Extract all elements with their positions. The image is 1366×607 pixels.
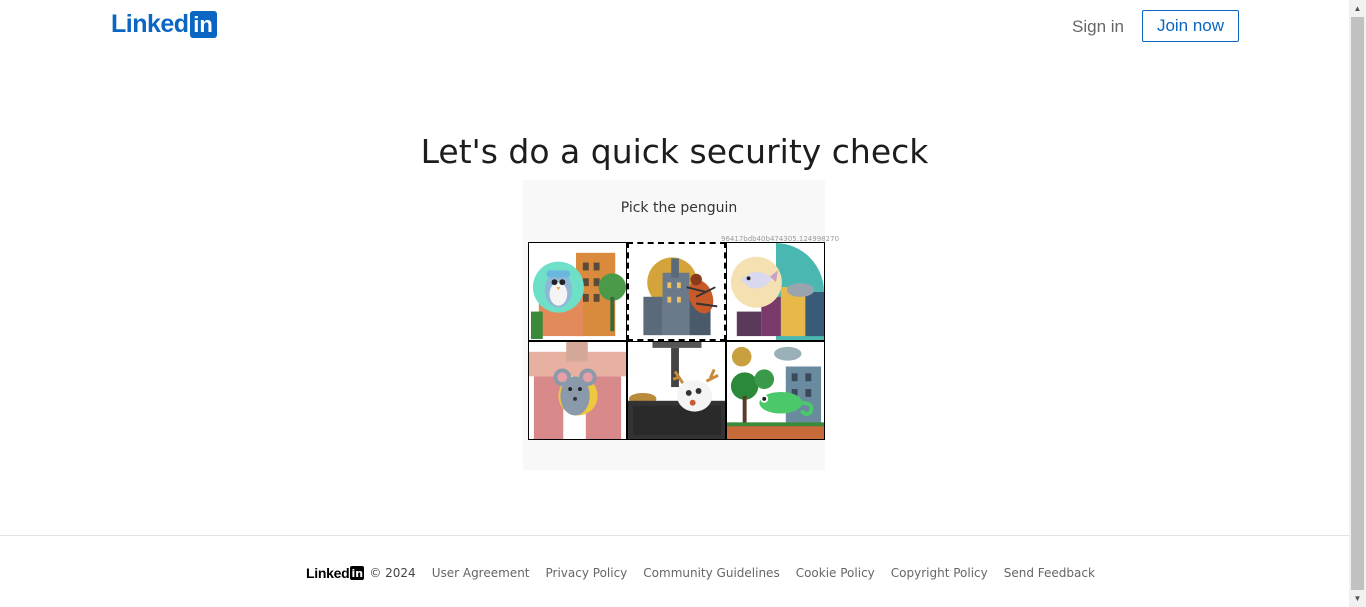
scroll-up-arrow-icon[interactable]: ▲ [1349, 0, 1366, 17]
captcha-grid [528, 242, 825, 441]
linkedin-logo[interactable]: Linked in [111, 10, 217, 38]
footer-link-community-guidelines[interactable]: Community Guidelines [643, 566, 779, 580]
footer-logo-in-box: in [350, 566, 365, 580]
deer-illustration [628, 342, 725, 439]
footer-link-send-feedback[interactable]: Send Feedback [1004, 566, 1095, 580]
beetle-illustration [629, 244, 724, 339]
logo-wordmark: Linked [111, 10, 189, 38]
captcha-tile-chameleon[interactable] [726, 341, 825, 440]
logo-in-box: in [189, 10, 217, 38]
whale-illustration [727, 243, 824, 340]
join-now-button[interactable]: Join now [1142, 10, 1239, 42]
mouse-illustration [529, 342, 626, 439]
footer-linkedin-logo: Linked in [306, 565, 365, 581]
footer-logo-wordmark: Linked [306, 565, 350, 581]
captcha-tile-whale[interactable] [726, 242, 825, 341]
penguin-illustration [529, 243, 626, 340]
footer-link-privacy-policy[interactable]: Privacy Policy [546, 566, 628, 580]
captcha-panel: Pick the penguin 96417bdb40b474305.12499… [523, 180, 839, 470]
footer-divider [0, 535, 1349, 536]
vertical-scrollbar[interactable]: ▲ ▼ [1349, 0, 1366, 607]
sign-in-link[interactable]: Sign in [1066, 14, 1130, 40]
scroll-down-arrow-icon[interactable]: ▼ [1349, 590, 1366, 607]
captcha-tile-mouse[interactable] [528, 341, 627, 440]
footer-link-user-agreement[interactable]: User Agreement [432, 566, 530, 580]
footer-link-cookie-policy[interactable]: Cookie Policy [796, 566, 875, 580]
page: Linked in Sign in Join now Let's do a qu… [0, 0, 1349, 607]
captcha-prompt: Pick the penguin [620, 200, 738, 216]
scrollbar-thumb[interactable] [1351, 17, 1364, 590]
copyright-text: © 2024 [369, 566, 416, 580]
captcha-tile-penguin[interactable] [528, 242, 627, 341]
page-title: Let's do a quick security check [420, 132, 929, 172]
captcha-tile-deer[interactable] [627, 341, 726, 440]
captcha-tile-beetle[interactable] [627, 242, 726, 341]
footer-link-copyright-policy[interactable]: Copyright Policy [891, 566, 988, 580]
footer: Linked in © 2024 User Agreement Privacy … [306, 565, 1111, 581]
chameleon-illustration [727, 342, 824, 439]
